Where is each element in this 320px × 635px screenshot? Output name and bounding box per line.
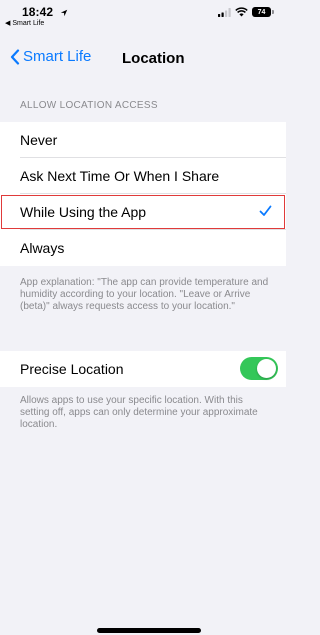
return-to-app-link[interactable]: ◀ Smart Life	[5, 19, 44, 27]
option-ask-next-time[interactable]: Ask Next Time Or When I Share	[0, 158, 286, 194]
checkmark-icon	[259, 205, 272, 216]
battery-icon: 74	[252, 7, 274, 17]
navigation-bar: Smart Life Location	[0, 40, 286, 76]
back-button-label: Smart Life	[23, 48, 92, 65]
precise-location-row: Precise Location	[0, 351, 286, 387]
precise-location-toggle[interactable]	[240, 357, 278, 380]
option-label: Always	[20, 240, 65, 256]
location-settings-screen: 18:42 ◀ Smart Life 74 Smart Life Locatio…	[0, 0, 286, 635]
option-label: While Using the App	[20, 204, 147, 220]
signal-icon	[218, 7, 231, 17]
page-title: Location	[122, 50, 185, 67]
option-label: Never	[20, 132, 58, 148]
wifi-icon	[235, 7, 248, 17]
precise-location-group: Precise Location	[0, 351, 286, 387]
option-always[interactable]: Always	[0, 230, 286, 266]
toggle-knob	[257, 359, 276, 378]
back-button[interactable]: Smart Life	[10, 48, 91, 65]
option-label: Ask Next Time Or When I Share	[20, 168, 220, 184]
chevron-left-icon	[10, 48, 20, 65]
status-time: 18:42	[22, 5, 68, 19]
option-never[interactable]: Never	[0, 122, 286, 158]
section-header: ALLOW LOCATION ACCESS	[20, 100, 158, 111]
time-label: 18:42	[22, 5, 54, 19]
status-bar: 18:42 ◀ Smart Life 74	[0, 0, 286, 30]
status-icons: 74	[218, 7, 274, 17]
location-access-options: Never Ask Next Time Or When I Share Whil…	[0, 122, 286, 266]
precise-location-label: Precise Location	[20, 361, 124, 377]
precise-location-note: Allows apps to use your specific locatio…	[20, 395, 258, 430]
app-explanation-note: App explanation: "The app can provide te…	[20, 277, 269, 312]
location-arrow-icon	[60, 9, 67, 17]
home-indicator[interactable]	[97, 628, 201, 633]
option-while-using-app[interactable]: While Using the App	[0, 194, 286, 230]
